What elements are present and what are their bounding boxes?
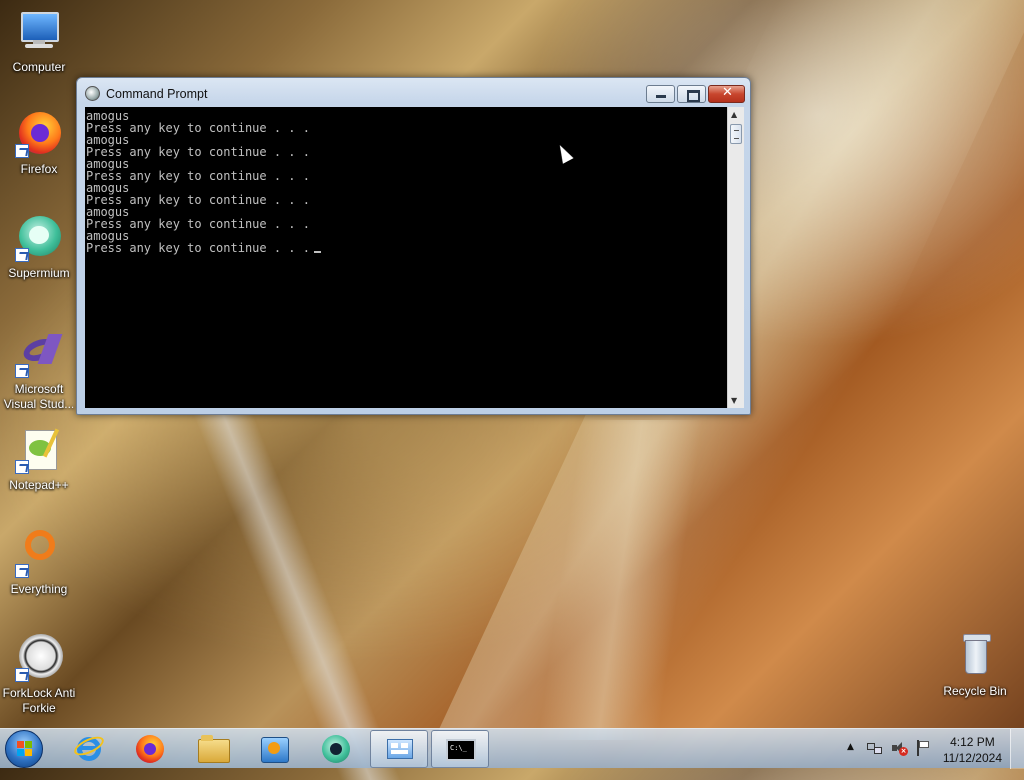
supermium-icon	[15, 214, 63, 262]
window-titlebar[interactable]: Command Prompt ✕	[77, 78, 750, 108]
control-panel-icon	[385, 736, 415, 764]
desktop-icon-label: ForkLock Anti Forkie	[2, 686, 76, 715]
desktop-icon-forklock[interactable]: ForkLock Anti Forkie	[1, 634, 77, 716]
console-line: Press any key to continue . . .	[86, 169, 310, 183]
start-button[interactable]	[5, 730, 43, 768]
show-hidden-icons-icon[interactable]: ▲	[847, 742, 854, 752]
action-center-flag-icon[interactable]	[916, 740, 930, 756]
console-line: Press any key to continue . . .	[86, 145, 310, 159]
system-tray: ▲ × 4:12 PM 11/12/2024	[843, 729, 1024, 769]
notepadpp-icon	[15, 426, 63, 474]
taskbar-clock[interactable]: 4:12 PM 11/12/2024	[943, 734, 1002, 766]
desktop-icon-label: Microsoft Visual Stud...	[3, 382, 75, 411]
network-icon[interactable]	[867, 741, 883, 755]
computer-icon	[15, 8, 63, 56]
shortcut-arrow-icon	[15, 144, 29, 158]
desktop-icon-label: Firefox	[20, 162, 58, 176]
text-cursor	[313, 251, 321, 253]
everything-icon	[15, 530, 63, 578]
shortcut-arrow-icon	[15, 248, 29, 262]
desktop-icon-notepadpp[interactable]: Notepad++	[1, 426, 77, 493]
scrollbar-thumb[interactable]	[730, 124, 742, 144]
visual-studio-icon	[15, 330, 63, 378]
console-line: Press any key to continue . . .	[86, 193, 310, 207]
vertical-scrollbar[interactable]: ▲ ▼	[727, 107, 744, 408]
shortcut-arrow-icon	[15, 668, 29, 682]
supermium-icon	[322, 735, 352, 763]
desktop-icon-visual-studio[interactable]: Microsoft Visual Stud...	[1, 330, 77, 412]
media-player-icon	[259, 735, 289, 763]
desktop-icon-label: Recycle Bin	[943, 684, 1007, 698]
taskbar-media-player[interactable]	[245, 730, 303, 768]
windows-logo-icon	[17, 741, 33, 757]
taskbar-internet-explorer[interactable]	[61, 730, 119, 768]
taskbar-command-prompt[interactable]: C:\_	[431, 730, 489, 768]
wallpaper-streak	[179, 380, 401, 780]
minimize-icon	[656, 95, 666, 98]
command-prompt-icon: C:\_	[446, 736, 476, 764]
desktop-icon-recycle-bin[interactable]: Recycle Bin	[937, 632, 1013, 699]
desktop-icon-label: Everything	[10, 582, 68, 596]
show-desktop-button[interactable]	[1010, 729, 1024, 769]
desktop-icon-everything[interactable]: Everything	[1, 530, 77, 597]
taskbar-firefox[interactable]	[122, 730, 180, 768]
firefox-icon	[136, 735, 166, 763]
file-explorer-icon	[198, 735, 230, 763]
taskbar: C:\_ ▲ × 4:12 PM 11/12/2024	[0, 728, 1024, 769]
close-button[interactable]: ✕	[708, 85, 745, 103]
internet-explorer-icon	[71, 732, 107, 763]
close-icon: ✕	[722, 85, 733, 100]
desktop-icon-label: Computer	[12, 60, 66, 74]
console-line: Press any key to continue . . .	[86, 121, 310, 135]
volume-muted-icon[interactable]: ×	[891, 740, 908, 756]
shortcut-arrow-icon	[15, 460, 29, 474]
taskbar-supermium[interactable]	[308, 730, 366, 768]
scroll-up-icon[interactable]: ▲	[731, 110, 737, 119]
shortcut-arrow-icon	[15, 564, 29, 578]
window-title: Command Prompt	[106, 87, 208, 101]
console-line: Press any key to continue . . .	[85, 242, 727, 254]
console-output[interactable]: amogus Press any key to continue . . . amo…	[85, 107, 727, 408]
maximize-icon	[687, 90, 700, 102]
desktop-icon-label: Notepad++	[9, 478, 69, 492]
minimize-button[interactable]	[646, 85, 675, 103]
recycle-bin-icon	[951, 632, 999, 680]
scroll-down-icon[interactable]: ▼	[731, 396, 737, 405]
desktop-icon-firefox[interactable]: Firefox	[1, 110, 77, 177]
command-prompt-window[interactable]: Command Prompt ✕ amogus Press any key to …	[76, 77, 751, 415]
desktop-icon-label: Supermium	[8, 266, 70, 280]
firefox-icon	[15, 110, 63, 158]
desktop-icon-computer[interactable]: Computer	[1, 8, 77, 75]
clock-date: 11/12/2024	[942, 751, 1002, 765]
command-prompt-icon	[85, 86, 100, 101]
shortcut-arrow-icon	[15, 364, 29, 378]
taskbar-file-explorer[interactable]	[184, 730, 242, 768]
clock-time: 4:12 PM	[950, 735, 995, 749]
desktop-icon-supermium[interactable]: Supermium	[1, 214, 77, 281]
wallpaper-streak	[537, 420, 703, 740]
forklock-icon	[15, 634, 63, 682]
taskbar-control-panel[interactable]	[370, 730, 428, 768]
maximize-button[interactable]	[677, 85, 706, 103]
console-line: Press any key to continue . . .	[86, 217, 310, 231]
